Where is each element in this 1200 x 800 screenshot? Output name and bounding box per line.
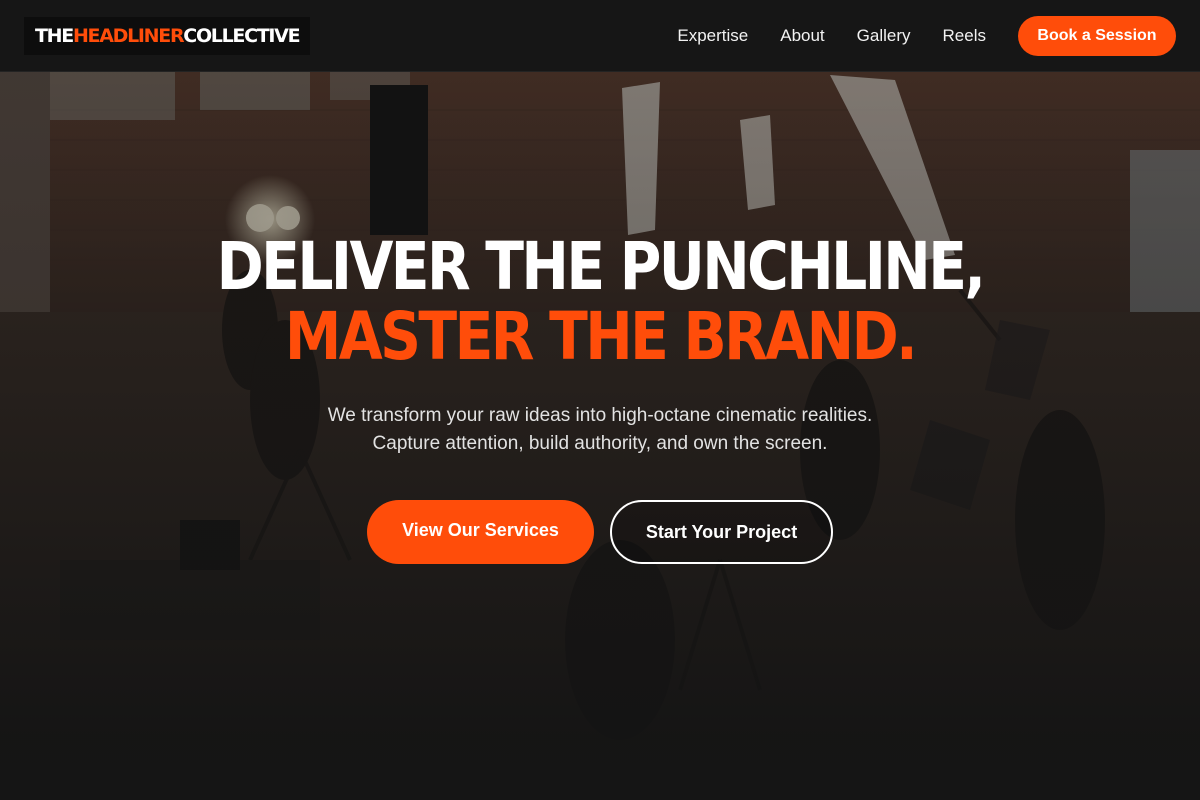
hero-headline: DELIVER THE PUNCHLINE, MASTER THE BRAND. [84, 232, 1116, 372]
brand-logo[interactable]: THE HEADLINER COLLECTIVE [24, 16, 311, 55]
hero-headline-line2: MASTER THE BRAND. [284, 298, 918, 375]
logo-text-headliner: HEADLINER [72, 24, 185, 47]
site-header: THE HEADLINER COLLECTIVE Expertise About… [0, 0, 1200, 72]
nav-link-reels[interactable]: Reels [943, 26, 986, 46]
hero-headline-line1: DELIVER THE PUNCHLINE, [216, 228, 986, 305]
main-navigation: Expertise About Gallery Reels Book a Ses… [677, 15, 1176, 56]
nav-link-about[interactable]: About [780, 26, 824, 46]
book-session-button[interactable]: Book a Session [1018, 15, 1176, 56]
hero-subtitle-line1: We transform your raw ideas into high-oc… [327, 405, 873, 426]
start-project-button[interactable]: Start Your Project [610, 500, 833, 564]
hero-subtitle-line2: Capture attention, build authority, and … [372, 433, 828, 454]
nav-link-gallery[interactable]: Gallery [857, 26, 911, 46]
logo-text-the: THE [35, 24, 74, 47]
hero-section: DELIVER THE PUNCHLINE, MASTER THE BRAND.… [0, 232, 1200, 564]
hero-cta-row: View Our Services Start Your Project [0, 500, 1200, 564]
view-services-button[interactable]: View Our Services [367, 500, 594, 564]
nav-link-expertise[interactable]: Expertise [677, 26, 748, 46]
logo-text-collective: COLLECTIVE [183, 24, 300, 47]
hero-subtitle: We transform your raw ideas into high-oc… [0, 402, 1200, 458]
